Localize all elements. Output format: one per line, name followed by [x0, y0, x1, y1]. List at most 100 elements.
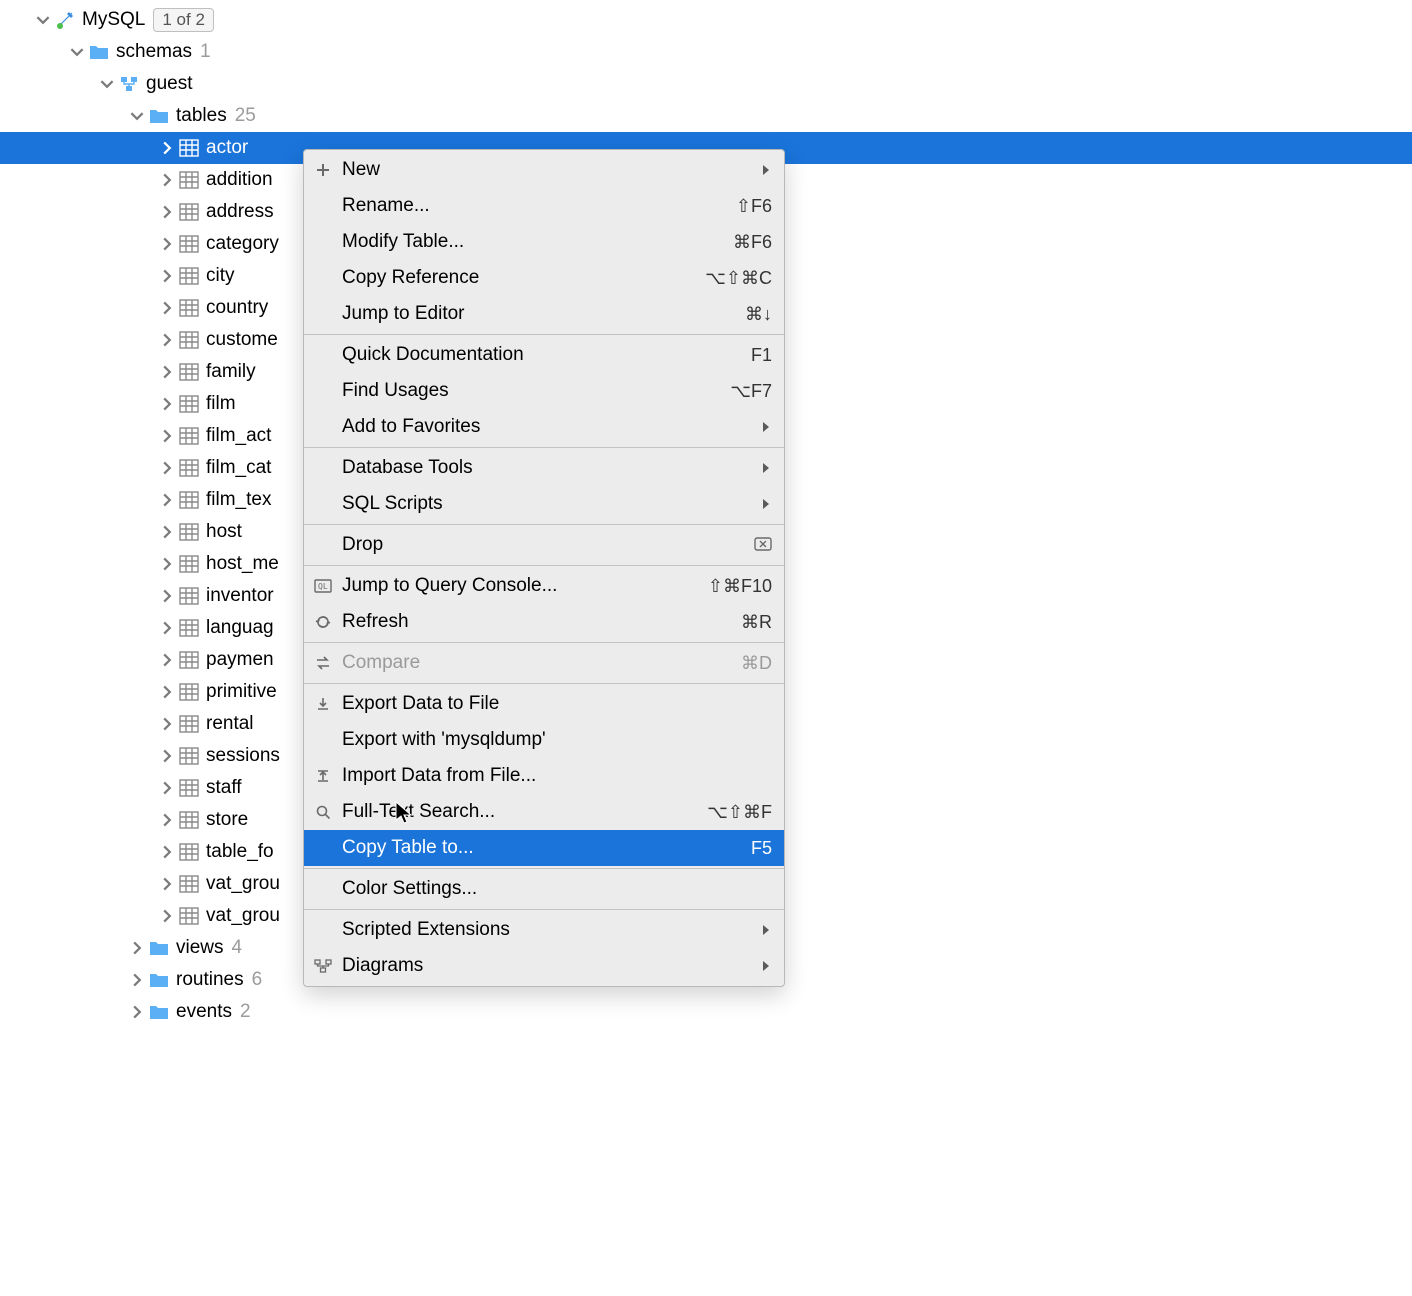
- chevron-right-icon[interactable]: [158, 171, 176, 189]
- menu-separator: [304, 683, 784, 684]
- chevron-right-icon[interactable]: [158, 395, 176, 413]
- menu-separator: [304, 565, 784, 566]
- table-icon: [178, 777, 200, 799]
- menu-item-label: Copy Reference: [342, 267, 479, 289]
- chevron-right-icon[interactable]: [158, 299, 176, 317]
- tree-count: 4: [232, 937, 243, 959]
- table-icon: [178, 265, 200, 287]
- menu-item-label: Import Data from File...: [342, 765, 536, 787]
- menu-item[interactable]: Drop: [304, 527, 784, 563]
- chevron-right-icon[interactable]: [158, 523, 176, 541]
- menu-shortcut: ⌘D: [741, 653, 772, 674]
- chevron-right-icon[interactable]: [158, 491, 176, 509]
- menu-item[interactable]: Rename...⇧F6: [304, 188, 784, 224]
- chevron-right-icon[interactable]: [158, 235, 176, 253]
- chevron-right-icon[interactable]: [158, 811, 176, 829]
- table-icon: [178, 905, 200, 927]
- table-icon: [178, 425, 200, 447]
- menu-item-label: Export with 'mysqldump': [342, 729, 546, 751]
- tree-label: primitive: [206, 681, 277, 703]
- menu-item[interactable]: Database Tools: [304, 450, 784, 486]
- chevron-right-icon[interactable]: [158, 907, 176, 925]
- chevron-right-icon[interactable]: [158, 747, 176, 765]
- chevron-down-icon[interactable]: [128, 107, 146, 125]
- chevron-right-icon[interactable]: [158, 587, 176, 605]
- menu-item[interactable]: Import Data from File...: [304, 758, 784, 794]
- chevron-right-icon[interactable]: [158, 363, 176, 381]
- chevron-down-icon[interactable]: [34, 11, 52, 29]
- blank-icon: [310, 534, 336, 556]
- plus-icon: [310, 159, 336, 181]
- menu-item[interactable]: Copy Table to...F5: [304, 830, 784, 866]
- menu-item[interactable]: Export Data to File: [304, 686, 784, 722]
- menu-item[interactable]: Scripted Extensions: [304, 912, 784, 948]
- chevron-right-icon[interactable]: [158, 203, 176, 221]
- tree-row-datasource[interactable]: MySQL 1 of 2: [0, 4, 1412, 36]
- chevron-right-icon[interactable]: [128, 971, 146, 989]
- menu-item[interactable]: Color Settings...: [304, 871, 784, 907]
- menu-item[interactable]: Find Usages⌥F7: [304, 373, 784, 409]
- tree-label: address: [206, 201, 274, 223]
- tree-label: family: [206, 361, 256, 383]
- menu-item[interactable]: Add to Favorites: [304, 409, 784, 445]
- tree-row-schema-guest[interactable]: guest: [0, 68, 1412, 100]
- chevron-right-icon[interactable]: [158, 555, 176, 573]
- menu-item[interactable]: Copy Reference ⌥⇧⌘C: [304, 260, 784, 296]
- tree-row-schemas[interactable]: schemas 1: [0, 36, 1412, 68]
- search-icon: [310, 801, 336, 823]
- tree-row-tables-folder[interactable]: tables 25: [0, 100, 1412, 132]
- folder-icon: [88, 41, 110, 63]
- chevron-right-icon[interactable]: [158, 875, 176, 893]
- chevron-right-icon[interactable]: [158, 779, 176, 797]
- blank-icon: [310, 195, 336, 217]
- menu-item[interactable]: Refresh⌘R: [304, 604, 784, 640]
- chevron-right-icon[interactable]: [158, 331, 176, 349]
- chevron-right-icon[interactable]: [158, 843, 176, 861]
- chevron-right-icon[interactable]: [158, 619, 176, 637]
- menu-shortcut: F5: [751, 838, 772, 859]
- menu-item[interactable]: New: [304, 152, 784, 188]
- tree-count: 25: [235, 105, 256, 127]
- chevron-right-icon[interactable]: [158, 715, 176, 733]
- menu-item[interactable]: SQL Scripts: [304, 486, 784, 522]
- chevron-right-icon[interactable]: [158, 267, 176, 285]
- folder-icon: [148, 937, 170, 959]
- menu-item-label: Modify Table...: [342, 231, 464, 253]
- chevron-right-icon[interactable]: [158, 427, 176, 445]
- table-icon: [178, 585, 200, 607]
- chevron-down-icon[interactable]: [98, 75, 116, 93]
- menu-item-label: Color Settings...: [342, 878, 477, 900]
- chevron-right-icon[interactable]: [128, 1003, 146, 1021]
- chevron-right-icon[interactable]: [158, 139, 176, 157]
- menu-shortcut: ⌘F6: [733, 232, 772, 253]
- chevron-right-icon[interactable]: [158, 459, 176, 477]
- chevron-right-icon[interactable]: [128, 939, 146, 957]
- menu-item[interactable]: QLJump to Query Console...⇧⌘F10: [304, 568, 784, 604]
- tree-row-events-folder[interactable]: events 2: [0, 996, 1412, 1028]
- chevron-right-icon[interactable]: [158, 683, 176, 701]
- folder-icon: [148, 969, 170, 991]
- schema-icon: [118, 73, 140, 95]
- menu-item[interactable]: Diagrams: [304, 948, 784, 984]
- menu-item[interactable]: Full-Text Search...⌥⇧⌘F: [304, 794, 784, 830]
- menu-item-label: Rename...: [342, 195, 430, 217]
- chevron-down-icon[interactable]: [68, 43, 86, 61]
- chevron-right-icon[interactable]: [158, 651, 176, 669]
- table-icon: [178, 553, 200, 575]
- blank-icon: [310, 344, 336, 366]
- menu-separator: [304, 524, 784, 525]
- menu-item[interactable]: Jump to Editor⌘↓: [304, 296, 784, 332]
- tree-label: host_me: [206, 553, 279, 575]
- menu-item: Compare⌘D: [304, 645, 784, 681]
- table-icon: [178, 617, 200, 639]
- tree-label: city: [206, 265, 235, 287]
- menu-item[interactable]: Modify Table... ⌘F6: [304, 224, 784, 260]
- menu-separator: [304, 909, 784, 910]
- menu-separator: [304, 642, 784, 643]
- menu-item[interactable]: Quick DocumentationF1: [304, 337, 784, 373]
- menu-separator: [304, 868, 784, 869]
- tree-label: addition: [206, 169, 273, 191]
- menu-item[interactable]: Export with 'mysqldump': [304, 722, 784, 758]
- submenu-arrow-icon: [760, 960, 772, 972]
- menu-shortcut: ⌥⇧⌘C: [705, 268, 772, 289]
